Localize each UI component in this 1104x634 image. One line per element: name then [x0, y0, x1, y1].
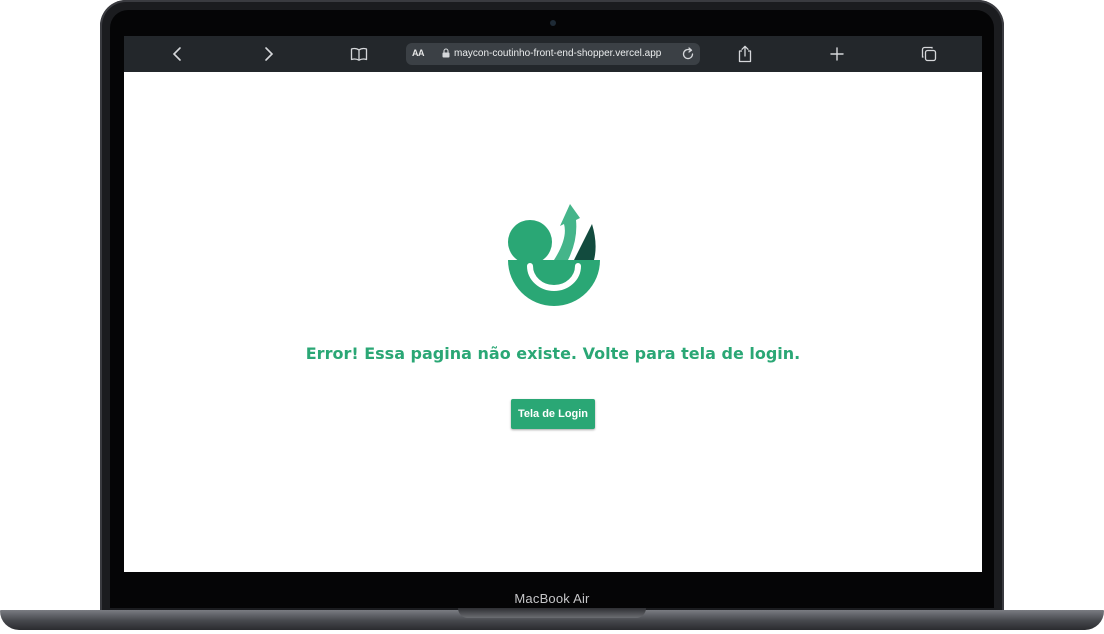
browser-screen: AA maycon-coutinho-front-end-shopper.ver… — [124, 36, 982, 572]
reload-icon[interactable] — [680, 46, 696, 62]
chevron-left-icon — [172, 47, 181, 61]
chevron-right-icon — [265, 47, 274, 61]
browser-toolbar: AA maycon-coutinho-front-end-shopper.ver… — [124, 36, 982, 72]
text-size-button[interactable]: AA — [412, 48, 425, 58]
back-button[interactable] — [168, 44, 188, 64]
laptop-notch — [458, 608, 646, 618]
share-icon — [738, 45, 752, 63]
laptop-base — [0, 608, 1104, 634]
address-bar[interactable]: AA maycon-coutinho-front-end-shopper.ver… — [406, 43, 700, 65]
plus-icon — [830, 47, 844, 61]
camera-icon — [550, 20, 556, 26]
bookmarks-button[interactable] — [349, 44, 369, 64]
share-button[interactable] — [735, 44, 755, 64]
forward-button[interactable] — [258, 44, 278, 64]
tabs-icon — [921, 46, 937, 62]
login-screen-button[interactable]: Tela de Login — [511, 399, 595, 429]
tabs-button[interactable] — [919, 44, 939, 64]
lock-icon — [442, 48, 450, 58]
url-display[interactable]: maycon-coutinho-front-end-shopper.vercel… — [442, 43, 672, 65]
error-message: Error! Essa pagina não existe. Volte par… — [305, 344, 801, 363]
book-icon — [350, 47, 368, 61]
shopper-logo-icon — [508, 204, 600, 306]
new-tab-button[interactable] — [827, 44, 847, 64]
url-text: maycon-coutinho-front-end-shopper.vercel… — [454, 48, 662, 59]
device-label: MacBook Air — [514, 591, 590, 606]
